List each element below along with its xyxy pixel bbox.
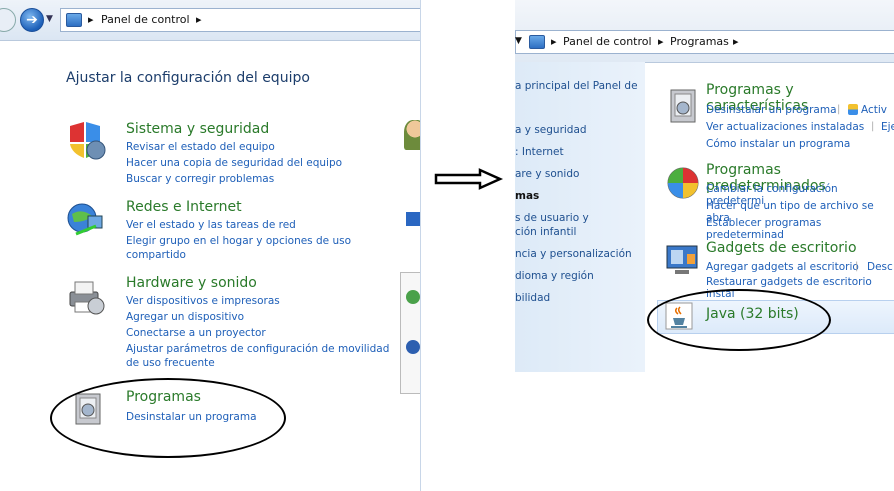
breadcrumb-arrow-icon[interactable]: ▸ bbox=[551, 35, 557, 48]
arrow-right-icon bbox=[434, 168, 504, 190]
sidebar: a principal del Panel de a y seguridad :… bbox=[515, 62, 645, 372]
control-panel-icon bbox=[66, 13, 82, 27]
uac-shield-icon bbox=[848, 104, 858, 115]
separator: | bbox=[855, 261, 859, 272]
default-programs-icon bbox=[667, 167, 699, 199]
breadcrumb-arrow-icon[interactable]: ▸ bbox=[658, 35, 664, 48]
sidebar-item-programs: mas bbox=[515, 190, 540, 202]
category-title-security[interactable]: Sistema y seguridad bbox=[126, 121, 269, 137]
sidebar-item-security[interactable]: a y seguridad bbox=[515, 124, 587, 136]
link-how-to-install[interactable]: Cómo instalar un programa bbox=[706, 138, 850, 150]
breadcrumb-arrow-icon[interactable]: ▸ bbox=[196, 13, 202, 26]
control-panel-icon bbox=[529, 35, 545, 49]
sidebar-item-appearance[interactable]: ncia y personalización bbox=[515, 248, 632, 260]
link-uninstall-program[interactable]: Desinstalar un programa bbox=[706, 104, 837, 116]
link-set-default-programs[interactable]: Establecer programas predeterminad bbox=[706, 217, 894, 241]
control-panel-window-left: ➔ ▼ ▸ Panel de control ▸ Ajustar la conf… bbox=[0, 0, 421, 491]
breadcrumb-control-panel[interactable]: Panel de control bbox=[101, 13, 190, 26]
printer-icon bbox=[69, 281, 105, 315]
sidebar-item-user-accounts-cont[interactable]: ción infantil bbox=[515, 226, 576, 238]
highlight-ellipse bbox=[647, 289, 831, 351]
programs-features-icon bbox=[670, 89, 696, 123]
separator: | bbox=[871, 121, 875, 132]
breadcrumb-arrow-icon[interactable]: ▸ bbox=[88, 13, 94, 26]
link-add-gadgets[interactable]: Agregar gadgets al escritorio bbox=[706, 261, 859, 273]
page-heading: Ajustar la configuración del equipo bbox=[66, 70, 310, 86]
sidebar-item-user-accounts[interactable]: s de usuario y bbox=[515, 212, 589, 224]
link-run-older-programs[interactable]: Ejec bbox=[881, 121, 894, 133]
link-check-computer-status[interactable]: Revisar el estado del equipo bbox=[126, 139, 275, 155]
address-bar: ▼ ▸ Panel de control ▸ Programas ▸ bbox=[515, 0, 894, 63]
control-panel-window-right: ▼ ▸ Panel de control ▸ Programas ▸ a pri… bbox=[515, 0, 894, 491]
recent-pages-dropdown-icon[interactable]: ▼ bbox=[515, 36, 522, 46]
link-network-status[interactable]: Ver el estado y las tareas de red bbox=[126, 217, 296, 233]
category-title-hardware[interactable]: Hardware y sonido bbox=[126, 275, 257, 291]
link-view-installed-updates[interactable]: Ver actualizaciones instaladas bbox=[706, 121, 864, 133]
breadcrumb-arrow-icon[interactable]: ▸ bbox=[733, 35, 739, 48]
link-find-fix-problems[interactable]: Buscar y corregir problemas bbox=[126, 171, 274, 187]
appearance-icon bbox=[406, 212, 420, 226]
recent-pages-dropdown-icon[interactable]: ▼ bbox=[46, 14, 53, 24]
category-title-network[interactable]: Redes e Internet bbox=[126, 199, 242, 215]
sidebar-item-hardware[interactable]: are y sonido bbox=[515, 168, 579, 180]
link-backup-computer[interactable]: Hacer una copia de seguridad del equipo bbox=[126, 155, 342, 171]
link-add-device[interactable]: Agregar un dispositivo bbox=[126, 309, 244, 325]
link-devices-printers[interactable]: Ver dispositivos e impresoras bbox=[126, 293, 280, 309]
address-bar: ➔ ▼ ▸ Panel de control ▸ bbox=[0, 0, 420, 41]
link-connect-projector[interactable]: Conectarse a un proyector bbox=[126, 325, 266, 341]
sidebar-item-accessibility[interactable]: bilidad bbox=[515, 292, 550, 304]
shield-icon bbox=[70, 122, 106, 160]
clock-region-icon bbox=[406, 290, 420, 304]
breadcrumb-programs[interactable]: Programas bbox=[670, 35, 729, 48]
highlight-ellipse bbox=[50, 378, 286, 458]
link-turn-windows-features[interactable]: Activ bbox=[861, 104, 887, 116]
network-globe-icon bbox=[67, 203, 103, 236]
separator: | bbox=[837, 104, 841, 115]
sidebar-item-network[interactable]: : Internet bbox=[515, 146, 564, 158]
breadcrumb-control-panel[interactable]: Panel de control bbox=[563, 35, 652, 48]
ease-of-access-icon bbox=[406, 340, 420, 354]
sidebar-item-region[interactable]: dioma y región bbox=[515, 270, 594, 282]
back-button[interactable] bbox=[0, 8, 16, 32]
user-accounts-icon bbox=[404, 120, 420, 150]
link-mobility-settings-cont[interactable]: de uso frecuente bbox=[126, 355, 215, 371]
forward-button[interactable]: ➔ bbox=[20, 8, 44, 32]
sidebar-item-home[interactable]: a principal del Panel de bbox=[515, 80, 638, 92]
section-title-gadgets[interactable]: Gadgets de escritorio bbox=[706, 240, 857, 256]
link-get-more-gadgets[interactable]: Desc bbox=[867, 261, 893, 273]
link-homegroup-options-cont[interactable]: compartido bbox=[126, 247, 186, 263]
desktop-gadgets-icon bbox=[666, 245, 698, 274]
